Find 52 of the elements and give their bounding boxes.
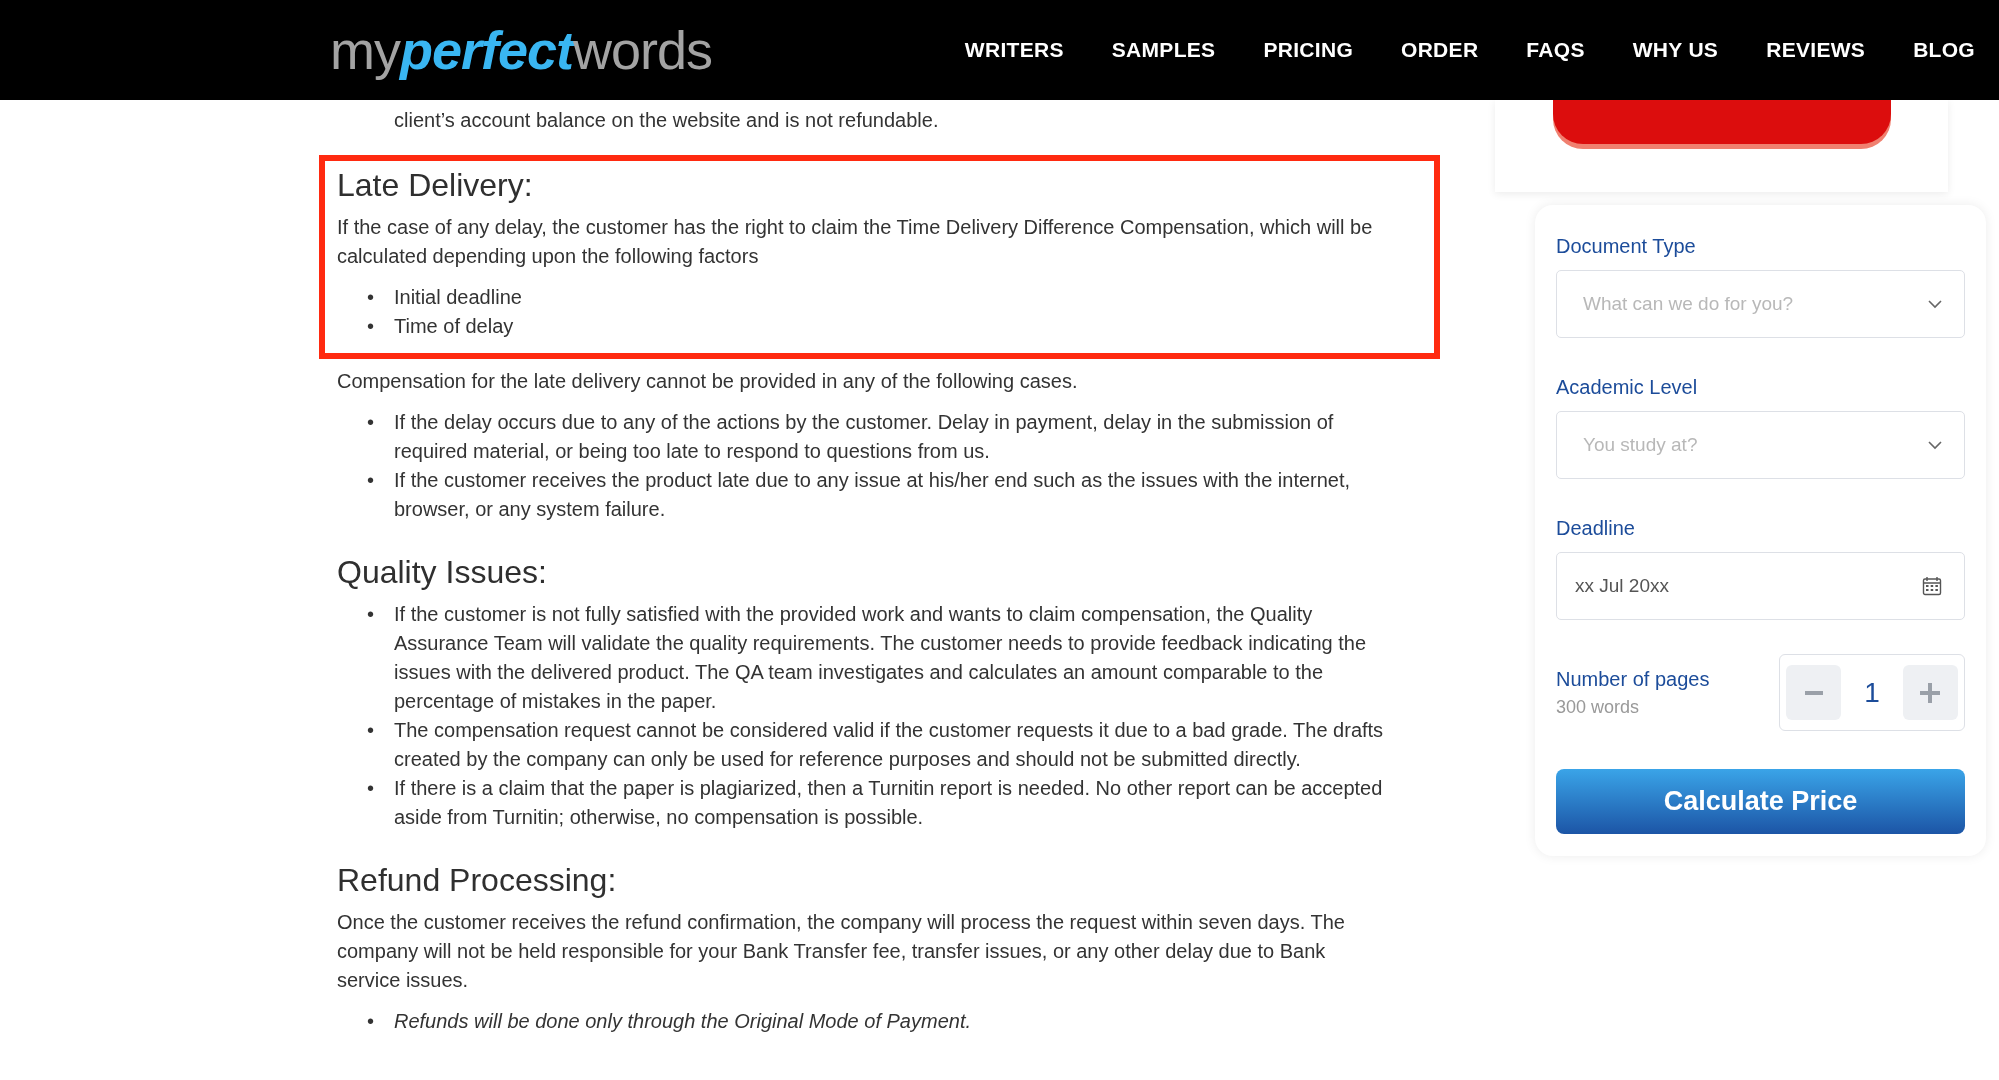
select-field[interactable]: You study at? (1556, 411, 1965, 479)
chevron-down-icon (1928, 440, 1942, 450)
paragraph: Once the customer receives the refund confirmation, the company will process the request within seven days. The company will not be held responsible for your Bank Transfer fee, transfer issues, or any other delay due to Bank service issues. (337, 910, 1346, 993)
date-input[interactable]: xx Jul 20xx (1573, 574, 1922, 598)
list-item: Refunds will be done only through the Original Mode of Payment. (394, 1009, 971, 1034)
paragraph: If the case of any delay, the customer has the right to claim the Time Delivery Difference Compensation, which will be calculated depending upon the following factors (337, 215, 1374, 269)
select-input[interactable]: You study at? (1581, 433, 1928, 457)
list-bullet: • (367, 718, 375, 743)
body-text: client’s account balance on the website and is not refundable. (393, 108, 940, 133)
list-item: Initial deadline (394, 285, 522, 310)
list-bullet: • (367, 468, 375, 493)
nav-link[interactable]: BLOG (1913, 38, 1975, 62)
select-input[interactable]: What can we do for you? (1581, 292, 1928, 316)
nav-link[interactable]: FAQS (1526, 38, 1585, 62)
nav-link[interactable]: WRITERS (964, 38, 1064, 62)
list-bullet: • (367, 776, 375, 801)
list-item: If there is a claim that the paper is plagiarized, then a Turnitin report is needed. No other report can be accepted aside from Turnitin; otherwise, no compensation is possible. (394, 776, 1384, 830)
page-count: 1 (1864, 676, 1880, 709)
section-heading: Late Delivery: (337, 166, 534, 205)
select-field[interactable]: What can we do for you? (1556, 270, 1965, 338)
section-heading: Quality Issues: (337, 553, 548, 592)
calendar-icon (1922, 576, 1942, 596)
list-bullet: • (367, 314, 375, 339)
word-count-hint: 300 words (1556, 696, 1641, 718)
plus-icon (1920, 682, 1941, 703)
page-stepper[interactable]: 1 (1779, 654, 1965, 731)
field-label: Deadline (1556, 517, 1636, 540)
nav-link[interactable]: PRICING (1263, 38, 1353, 62)
nav-link[interactable]: SAMPLES (1111, 38, 1216, 62)
list-item: If the customer is not fully satisfied with the provided work and wants to claim compensation, the Quality Assurance Team will validate the quality requirements. The customer needs to provide feedback indicating the issues with the delivered product. The QA team investigates and calculates an amount comparable to the percentage of mistakes in the paper. (394, 602, 1368, 714)
nav-link[interactable]: ORDER (1401, 38, 1479, 62)
section-heading: Refund Processing: (337, 861, 618, 900)
paragraph: Compensation for the late delivery cannot be provided in any of the following cases. (337, 369, 1079, 394)
nav-link[interactable]: REVIEWS (1766, 38, 1866, 62)
nav-link[interactable]: WHY US (1632, 38, 1719, 62)
chevron-down-icon (1928, 299, 1942, 309)
calculate-price-button[interactable]: Calculate Price (1556, 769, 1965, 834)
decrement-button[interactable] (1786, 665, 1841, 720)
increment-button[interactable] (1903, 665, 1958, 720)
minus-icon (1804, 690, 1823, 695)
list-bullet: • (367, 602, 375, 627)
list-bullet: • (367, 285, 375, 310)
field-label: Document Type (1556, 235, 1697, 258)
field-label: Academic Level (1556, 376, 1699, 399)
list-bullet: • (367, 1009, 375, 1034)
list-bullet: • (367, 410, 375, 435)
list-item: The compensation request cannot be considered valid if the customer requests it due to a bad grade. The drafts created by the company can only be used for reference purposes and should not be submitted directly. (394, 718, 1385, 772)
date-field[interactable]: xx Jul 20xx (1556, 552, 1965, 620)
list-item: If the delay occurs due to any of the actions by the customer. Delay in payment, delay in the submission of required material, or being too late to respond to questions from us. (394, 410, 1335, 464)
pages-label: Number of pages (1556, 667, 1710, 691)
list-item: If the customer receives the product late due to any issue at his/her end such as the issues with the internet, browser, or any system failure. (394, 468, 1352, 522)
list-item: Time of delay (394, 314, 514, 339)
